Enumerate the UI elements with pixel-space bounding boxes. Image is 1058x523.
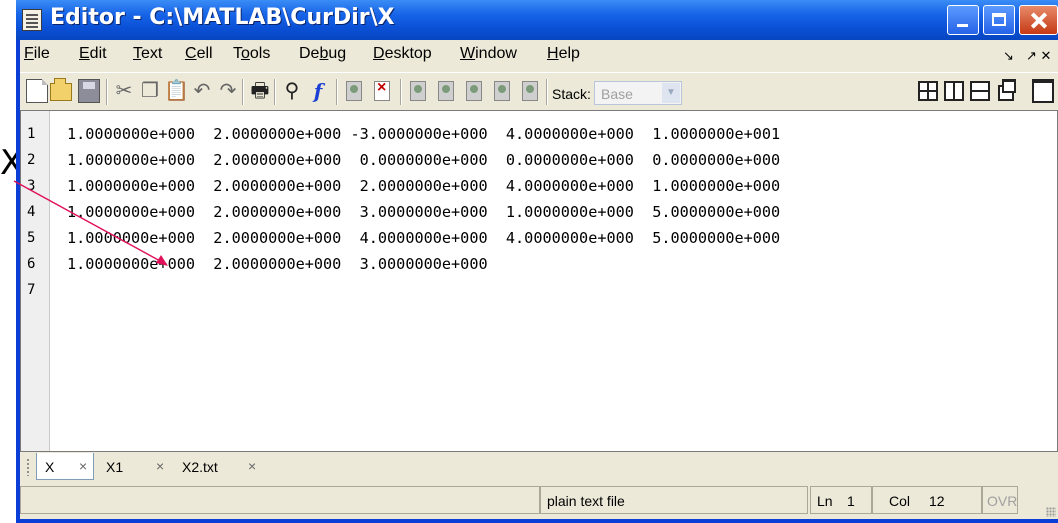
toolbar-separator bbox=[546, 79, 548, 105]
columns-icon[interactable] bbox=[944, 81, 964, 101]
step-icon[interactable] bbox=[410, 81, 426, 101]
line-number: 5 bbox=[27, 230, 36, 246]
menu-window[interactable]: Window bbox=[460, 45, 517, 63]
maximize-button[interactable] bbox=[983, 5, 1015, 35]
line-number: 7 bbox=[27, 282, 36, 298]
menu-help[interactable]: Help bbox=[547, 45, 580, 63]
document-tab-strip: X × X1 × X2.txt × bbox=[20, 452, 1058, 483]
print-icon[interactable]: 🖶 bbox=[248, 79, 272, 103]
line-label: Ln bbox=[817, 493, 833, 509]
text-editor[interactable]: 1 2 3 4 5 6 7 1.0000000e+000 2.0000000e+… bbox=[20, 110, 1058, 452]
close-tab-icon[interactable]: × bbox=[79, 458, 87, 474]
tile-icon[interactable] bbox=[918, 81, 938, 101]
code-line[interactable]: 1.0000000e+000 2.0000000e+000 4.0000000e… bbox=[67, 229, 780, 247]
step-out-icon[interactable] bbox=[466, 81, 482, 101]
line-number: 3 bbox=[27, 178, 36, 194]
close-tab-icon[interactable]: × bbox=[156, 458, 164, 474]
column-pane: Col 12 bbox=[872, 486, 982, 514]
code-line[interactable]: 1.0000000e+000 2.0000000e+000 2.0000000e… bbox=[67, 177, 780, 195]
function-icon[interactable]: f bbox=[306, 79, 330, 103]
toolbar-separator bbox=[336, 79, 338, 105]
window-title: Editor - C:\MATLAB\CurDir\X bbox=[50, 5, 395, 30]
close-button[interactable] bbox=[1019, 5, 1058, 35]
toolbar: ✂ ❐ 📋 ↶ ↷ 🖶 ⚲ f Stack: Base ▼ bbox=[20, 72, 1058, 111]
code-line[interactable]: 1.0000000e+000 2.0000000e+000 3.0000000e… bbox=[67, 255, 488, 273]
step-in-icon[interactable] bbox=[438, 81, 454, 101]
menu-tools[interactable]: Tools bbox=[233, 45, 270, 63]
line-number: 4 bbox=[27, 204, 36, 220]
tab-label: X2.txt bbox=[182, 459, 218, 475]
menu-file[interactable]: File bbox=[24, 45, 50, 63]
maximize-icon[interactable] bbox=[1032, 79, 1054, 103]
rows-icon[interactable] bbox=[970, 81, 990, 101]
overwrite-pane: OVR bbox=[982, 486, 1018, 514]
line-number: 2 bbox=[27, 152, 36, 168]
undo-icon[interactable]: ↶ bbox=[190, 79, 214, 103]
tab-label: X bbox=[45, 459, 55, 475]
line-number: 6 bbox=[27, 256, 36, 272]
window-body: File Edit Text Cell Tools Debug Desktop … bbox=[20, 40, 1058, 519]
new-file-icon[interactable] bbox=[26, 79, 48, 103]
menu-edit[interactable]: Edit bbox=[79, 45, 107, 63]
cut-icon[interactable]: ✂ bbox=[112, 79, 136, 103]
editor-window: Editor - C:\MATLAB\CurDir\X File Edit Te… bbox=[16, 0, 1058, 523]
tab-x1[interactable]: X1 × bbox=[98, 453, 174, 480]
dock-arrow-icon[interactable]: ↘ bbox=[1003, 48, 1014, 64]
menu-cell[interactable]: Cell bbox=[185, 45, 213, 63]
save-icon[interactable] bbox=[78, 79, 100, 103]
float-icon[interactable] bbox=[998, 79, 1016, 101]
copy-icon[interactable]: ❐ bbox=[138, 79, 162, 103]
column-value: 12 bbox=[929, 493, 945, 509]
editor-document-icon[interactable] bbox=[22, 9, 42, 31]
title-bar[interactable]: Editor - C:\MATLAB\CurDir\X bbox=[16, 0, 1058, 40]
code-line[interactable]: 1.0000000e+000 2.0000000e+000 3.0000000e… bbox=[67, 203, 780, 221]
menu-bar: File Edit Text Cell Tools Debug Desktop … bbox=[20, 40, 1058, 72]
chevron-down-icon[interactable]: ▼ bbox=[662, 83, 680, 103]
open-folder-icon[interactable] bbox=[50, 78, 72, 101]
file-type-pane: plain text file bbox=[540, 486, 808, 514]
stack-dropdown[interactable]: Base ▼ bbox=[594, 81, 682, 105]
menu-debug[interactable]: Debug bbox=[299, 45, 346, 63]
toolbar-separator bbox=[400, 79, 402, 105]
exit-debug-icon[interactable] bbox=[522, 81, 538, 101]
annotation-label: X bbox=[0, 143, 16, 183]
menu-text[interactable]: Text bbox=[133, 45, 162, 63]
toolbar-separator bbox=[274, 79, 276, 105]
line-number-gutter: 1 2 3 4 5 6 7 bbox=[21, 111, 50, 451]
resize-grip-icon[interactable] bbox=[1046, 507, 1056, 517]
close-tab-icon[interactable]: × bbox=[248, 458, 256, 474]
file-type: plain text file bbox=[547, 493, 625, 509]
clear-breakpoint-icon[interactable] bbox=[374, 79, 390, 101]
toolbar-separator bbox=[242, 79, 244, 105]
tab-x[interactable]: X × bbox=[36, 453, 94, 480]
toolbar-separator bbox=[106, 79, 108, 105]
code-line[interactable]: 1.0000000e+000 2.0000000e+000 -3.0000000… bbox=[67, 125, 780, 143]
column-label: Col bbox=[889, 493, 911, 509]
line-pane: Ln 1 bbox=[810, 486, 872, 514]
continue-icon[interactable] bbox=[494, 81, 510, 101]
overwrite-indicator: OVR bbox=[987, 493, 1018, 509]
stack-value: Base bbox=[601, 86, 633, 102]
find-icon[interactable]: ⚲ bbox=[280, 79, 304, 103]
menu-desktop[interactable]: Desktop bbox=[373, 45, 432, 63]
status-bar: plain text file Ln 1 Col 12 OVR bbox=[20, 482, 1058, 519]
code-line[interactable]: 1.0000000e+000 2.0000000e+000 0.0000000e… bbox=[67, 151, 780, 169]
undock-close-icon[interactable]: ↗ ✕ bbox=[1026, 48, 1051, 64]
status-message-pane bbox=[20, 486, 540, 514]
minimize-button[interactable] bbox=[947, 5, 979, 35]
tab-strip-grip[interactable] bbox=[26, 458, 30, 476]
tab-label: X1 bbox=[106, 459, 124, 475]
set-breakpoint-icon[interactable] bbox=[346, 81, 362, 101]
redo-icon[interactable]: ↷ bbox=[216, 79, 240, 103]
stack-label: Stack: bbox=[552, 86, 591, 102]
line-value: 1 bbox=[847, 493, 855, 509]
tab-x2-txt[interactable]: X2.txt × bbox=[174, 453, 274, 480]
line-number: 1 bbox=[27, 126, 36, 142]
paste-icon[interactable]: 📋 bbox=[164, 79, 189, 103]
